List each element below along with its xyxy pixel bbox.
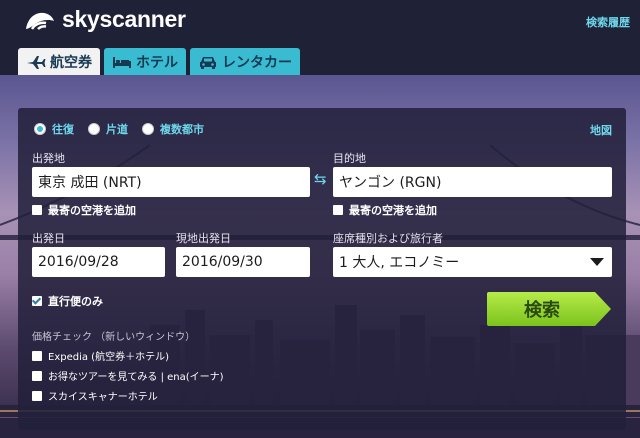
cabin-travelers-select[interactable]: 1 大人, エコノミー: [333, 247, 612, 277]
price-check-item-label: スカイスキャナーホテル: [48, 392, 158, 403]
price-check-item-label: お得なツアーを見てみる | ena(イーナ): [48, 372, 224, 383]
trip-type-multi-city[interactable]: 複数都市: [142, 121, 204, 137]
skyscanner-logo[interactable]: skyscanner: [22, 6, 186, 33]
tab-car-rental[interactable]: レンタカー: [190, 48, 300, 75]
radio-button[interactable]: [34, 123, 46, 135]
tab-hotels-label: ホテル: [136, 54, 178, 71]
tab-car-rental-label: レンタカー: [222, 54, 292, 71]
trip-type-label: 複数都市: [160, 123, 204, 136]
bed-icon: [113, 56, 131, 68]
depart-date-label: 出発日: [32, 232, 65, 245]
swap-arrows-icon[interactable]: ⇆: [314, 172, 327, 187]
destination-nearby-checkbox[interactable]: 最寄の空港を追加: [333, 202, 437, 218]
checkbox[interactable]: [32, 390, 42, 401]
price-check-item-label: Expedia (航空券＋ホテル): [48, 352, 169, 363]
price-check-item[interactable]: Expedia (航空券＋ホテル): [32, 348, 169, 363]
brand-name: skyscanner: [62, 6, 186, 32]
map-link[interactable]: 地図: [590, 122, 612, 138]
checkbox[interactable]: [32, 205, 42, 215]
tab-hotels[interactable]: ホテル: [104, 48, 186, 75]
origin-nearby-checkbox[interactable]: 最寄の空港を追加: [32, 202, 136, 218]
checkbox[interactable]: [32, 350, 42, 361]
search-button[interactable]: 検索: [487, 292, 611, 326]
destination-input[interactable]: ヤンゴン (RGN): [333, 167, 612, 197]
destination-nearby-label: 最寄の空港を追加: [349, 204, 437, 217]
cabin-travelers-label: 座席種別および旅行者: [333, 232, 443, 245]
radio-button[interactable]: [142, 123, 154, 135]
header: skyscanner 検索履歴 航空券 ホテル レンタカー: [0, 0, 640, 75]
dropdown-arrow-icon: [590, 258, 604, 266]
origin-input[interactable]: 東京 成田 (NRT): [32, 167, 310, 197]
trip-type-round-trip[interactable]: 往復: [34, 121, 74, 137]
sunrise-cloud-icon: [26, 12, 54, 30]
destination-label: 目的地: [333, 152, 366, 165]
price-check-item[interactable]: お得なツアーを見てみる | ena(イーナ): [32, 368, 224, 383]
trip-type-options: 往復 片道 複数都市: [34, 121, 204, 137]
depart-date-input[interactable]: 2016/09/28: [32, 247, 165, 277]
flight-search-panel: 往復 片道 複数都市 地図 出発地 東京 成田 (NRT) 最寄の空港を追加 ⇆…: [18, 108, 626, 430]
direct-only-checkbox[interactable]: 直行便のみ: [32, 293, 103, 309]
search-history-link[interactable]: 検索履歴: [586, 14, 630, 30]
tab-flights-label: 航空券: [50, 54, 92, 71]
car-icon: [200, 56, 216, 69]
product-tabs: 航空券 ホテル レンタカー: [18, 48, 300, 75]
search-button-label: 検索: [524, 300, 560, 321]
checkbox[interactable]: [32, 296, 42, 306]
trip-type-label: 往復: [52, 123, 74, 136]
cabin-travelers-value: 1 大人, エコノミー: [339, 255, 460, 271]
origin-nearby-label: 最寄の空港を追加: [48, 204, 136, 217]
tab-flights[interactable]: 航空券: [18, 48, 100, 75]
radio-button[interactable]: [88, 123, 100, 135]
trip-type-one-way[interactable]: 片道: [88, 121, 128, 137]
return-date-label: 現地出発日: [176, 232, 231, 245]
checkbox[interactable]: [32, 370, 42, 381]
price-check-item[interactable]: スカイスキャナーホテル: [32, 388, 158, 403]
origin-label: 出発地: [32, 152, 65, 165]
direct-only-label: 直行便のみ: [48, 295, 103, 308]
return-date-input[interactable]: 2016/09/30: [176, 247, 310, 277]
price-check-title: 価格チェック （新しいウィンドウ）: [32, 332, 196, 343]
airplane-icon: [27, 55, 46, 69]
checkbox[interactable]: [333, 205, 343, 215]
trip-type-label: 片道: [106, 123, 128, 136]
